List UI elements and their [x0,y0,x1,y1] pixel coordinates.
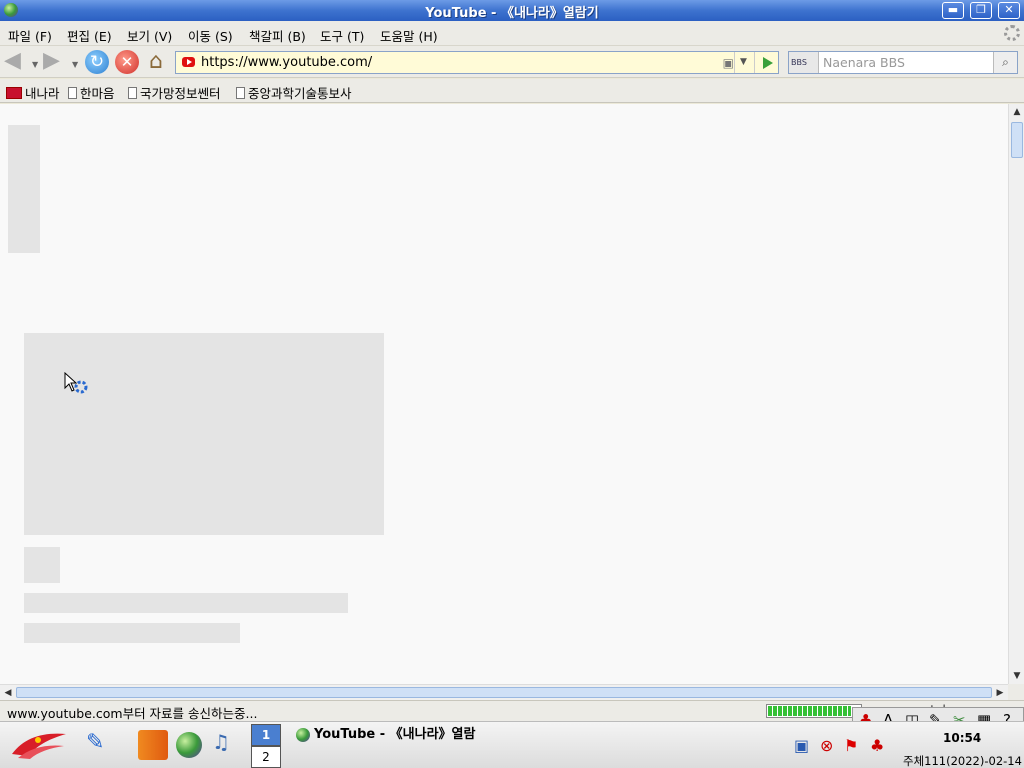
task-title: YouTube - 《내나라》열람 [314,727,476,742]
menu-go[interactable]: 이동 (S) [188,26,233,45]
flag-icon[interactable]: ⚑ [844,736,858,755]
browser-task-icon [296,728,310,742]
back-arrow-icon[interactable]: ◀ [4,50,28,74]
close-window-button[interactable]: ✕ [998,2,1020,19]
menu-help[interactable]: 도움말 (H) [380,26,438,45]
forward-history-dropdown-icon[interactable]: ▼ [72,60,78,69]
minimize-button[interactable]: ▬ [942,2,964,19]
bookmark-label: 한마음 [80,86,115,101]
address-dropdown-icon[interactable]: ▼ [734,52,752,73]
go-button-icon[interactable] [754,52,778,73]
clock[interactable]: 10:54 [943,731,981,745]
menu-file[interactable]: 파일 (F) [8,26,52,45]
busy-cursor-icon [64,372,88,394]
stop-icon[interactable]: ✕ [115,50,139,74]
menu-bookmarks[interactable]: 책갈피 (B) [249,26,306,45]
bookmark-national-network-center[interactable]: 국가망정보쎈터 [128,83,221,102]
navigation-toolbar: ◀ ▼ ▶ ▼ ↻ ✕ ⌂ https://www.youtube.com/ ▣… [0,46,1024,78]
horizontal-scroll-thumb[interactable] [16,687,992,698]
search-box[interactable]: BBS Naenara BBS ⌕ [788,51,1018,74]
search-input[interactable]: Naenara BBS [823,55,905,70]
skeleton-avatar-placeholder [24,547,60,583]
scroll-down-arrow-icon[interactable]: ▼ [1009,668,1024,684]
naenara-browser-icon[interactable] [176,732,202,758]
maximize-button[interactable]: ❐ [970,2,992,19]
menu-view[interactable]: 보기 (V) [127,26,172,45]
forward-arrow-icon[interactable]: ▶ [43,50,67,74]
ime-tray-icon[interactable]: ♣ [870,736,884,755]
menu-tools[interactable]: 도구 (T) [320,26,364,45]
bookmark-science-tech-news[interactable]: 중앙과학기술통보사 [236,83,352,102]
taskbar: ✎ ♫ 1 2 YouTube - 《내나라》열람 ▣ ⊗ ⚑ ♣ 10:54 … [0,721,1024,768]
bookmark-label: 국가망정보쎈터 [140,86,221,101]
network-icon[interactable]: ▣ [794,736,809,755]
window-titlebar[interactable]: YouTube - 《내나라》열람기 ▬ ❐ ✕ [0,0,1024,21]
volume-muted-icon[interactable]: ⊗ [820,736,833,755]
file-manager-icon[interactable] [138,730,168,760]
media-player-icon[interactable]: ♫ [212,730,242,760]
bookmark-hanmaeum[interactable]: 한마음 [68,83,115,102]
page-content[interactable] [0,104,1008,684]
text-editor-icon[interactable]: ✎ [86,730,116,760]
bookmark-label: 내나라 [25,86,60,101]
reload-icon[interactable]: ↻ [85,50,109,74]
taskbar-window-browser[interactable]: YouTube - 《내나라》열람 [292,724,492,746]
scroll-up-arrow-icon[interactable]: ▲ [1009,104,1024,120]
vertical-scrollbar[interactable]: ▲ ▼ [1008,104,1024,684]
youtube-favicon-icon [182,57,195,67]
address-bar[interactable]: https://www.youtube.com/ ▣ ▼ [175,51,779,74]
naenara-logo-icon [6,87,22,99]
home-icon[interactable]: ⌂ [144,50,168,74]
menu-edit[interactable]: 편집 (E) [67,26,112,45]
date: 주체111(2022)-02-14 [903,754,1022,768]
address-input[interactable]: https://www.youtube.com/ [201,55,372,70]
skeleton-thumbnail-placeholder [24,333,384,535]
scroll-right-arrow-icon[interactable]: ▶ [992,685,1008,701]
scrollbar-corner [1008,684,1024,700]
loading-throbber-icon [1004,25,1020,41]
search-engine-selector[interactable]: BBS [789,52,819,73]
window-title: YouTube - 《내나라》열람기 [425,6,599,21]
workspace-1-button[interactable]: 1 [251,724,281,746]
scroll-left-arrow-icon[interactable]: ◀ [0,685,16,701]
vertical-scroll-thumb[interactable] [1011,122,1023,158]
bookmarks-toolbar: 내나라 한마음 국가망정보쎈터 중앙과학기술통보사 [0,79,1024,103]
page-icon [128,87,137,99]
menu-bar: 파일 (F) 편집 (E) 보기 (V) 이동 (S) 책갈피 (B) 도구 (… [0,21,1024,46]
horizontal-scrollbar[interactable]: ◀ ▶ [0,684,1008,700]
progress-fill [768,706,851,716]
skeleton-meta-placeholder [24,623,240,643]
bookmark-naenara[interactable]: 내나라 [6,83,60,102]
bookmark-label: 중앙과학기술통보사 [248,86,352,101]
start-menu-logo-icon[interactable] [8,728,70,760]
skeleton-title-placeholder [24,593,348,613]
status-text: www.youtube.com부터 자료를 송신하는중... [7,706,258,721]
back-history-dropdown-icon[interactable]: ▼ [32,60,38,69]
page-icon [68,87,77,99]
site-info-icon[interactable]: ▣ [723,56,734,70]
page-icon [236,87,245,99]
workspace-2-button[interactable]: 2 [251,746,281,768]
loading-progress-bar [766,704,862,718]
skeleton-sidebar-placeholder [8,125,40,253]
search-magnifier-icon[interactable]: ⌕ [993,52,1017,73]
